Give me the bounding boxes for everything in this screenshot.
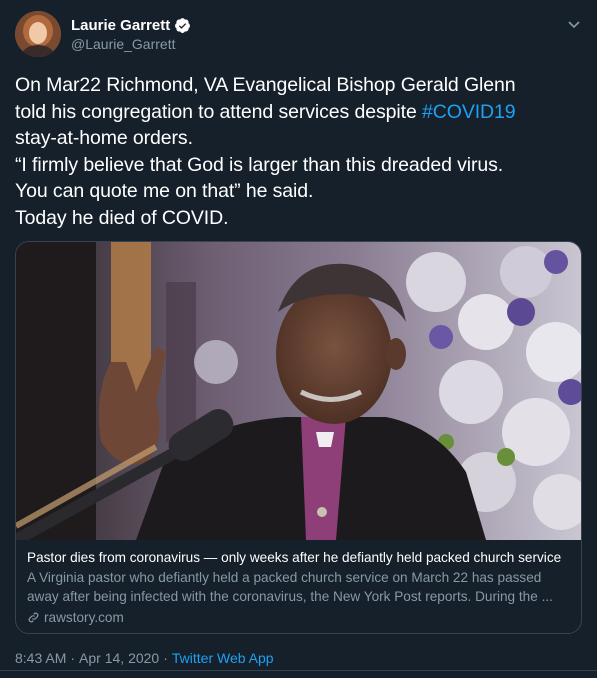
card-title[interactable]: Pastor dies from coronavirus — only week… [27,549,570,567]
tweet-line: You can quote me on that” he said. [15,180,314,202]
tweet-line: “I firmly believe that God is larger tha… [15,153,504,176]
meta-separator: · [70,650,76,666]
avatar[interactable] [15,11,61,57]
card-text[interactable]: Pastor dies from coronavirus — only week… [16,540,581,633]
tweet-line: On Mar22 Richmond, VA Evangelical Bishop… [15,74,516,96]
display-name[interactable]: Laurie Garrett [71,17,170,34]
handle[interactable]: @Laurie_Garrett [71,36,191,52]
link-preview-card[interactable]: Pastor dies from coronavirus — only week… [15,241,582,634]
card-description: A Virginia pastor who defiantly held a p… [27,569,570,606]
tweet-text: On Mar22 Richmond, VA Evangelical Bishop… [15,72,582,231]
tweet-line-text: told his congregation to attend services… [15,100,423,123]
chevron-down-icon[interactable] [565,15,583,33]
bottom-divider [0,670,597,678]
meta-separator: · [163,650,168,666]
card-domain-text: rawstory.com [44,610,124,625]
tweet-line: stay-at-home orders. [15,127,193,149]
card-image[interactable] [16,242,581,540]
author-names: Laurie Garrett @Laurie_Garrett [71,17,191,52]
tweet-date[interactable]: Apr 14, 2020 [79,650,159,666]
hashtag-link[interactable]: #COVID19 [422,101,516,123]
tweet-time[interactable]: 8:43 AM [15,650,66,666]
tweet-header: Laurie Garrett @Laurie_Garrett [15,10,582,58]
tweet-meta: 8:43 AM · Apr 14, 2020 · Twitter Web App [15,650,582,666]
link-icon [27,611,40,624]
card-description-line: A Virginia pastor who defiantly held a p… [27,570,542,585]
card-domain[interactable]: rawstory.com [27,610,570,625]
tweet-line: Today he died of COVID. [15,206,229,229]
card-description-line: away after being infected with the coron… [27,588,553,604]
tweet-line: told his congregation to attend services… [15,99,582,126]
tweet: Laurie Garrett @Laurie_Garrett On Mar22 … [0,0,597,678]
source-link[interactable]: Twitter Web App [172,650,274,666]
verified-badge-icon [174,17,191,34]
